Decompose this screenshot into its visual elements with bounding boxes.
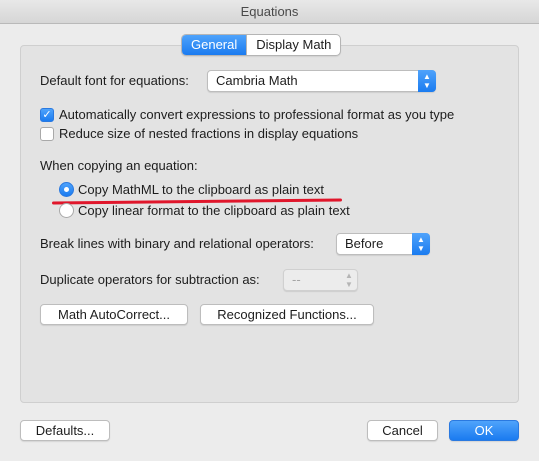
recognized-functions-button[interactable]: Recognized Functions...	[200, 304, 374, 325]
tab-bar: General Display Math	[181, 34, 342, 56]
ok-button[interactable]: OK	[449, 420, 519, 441]
break-lines-label: Break lines with binary and relational o…	[40, 236, 314, 251]
settings-panel	[20, 45, 519, 403]
chevron-updown-icon: ▲ ▼	[412, 233, 430, 255]
font-select[interactable]: Cambria Math ▲ ▼	[207, 70, 436, 92]
break-lines-value: Before	[345, 236, 384, 251]
copy-mathml-label: Copy MathML to the clipboard as plain te…	[78, 182, 324, 197]
tab-display-math[interactable]: Display Math	[246, 35, 340, 55]
chevron-updown-icon: ▲ ▼	[345, 271, 353, 289]
duplicate-select[interactable]: -- ▲ ▼	[283, 269, 358, 291]
break-lines-select[interactable]: Before ▲ ▼	[336, 233, 430, 255]
copying-label: When copying an equation:	[40, 158, 198, 173]
font-label: Default font for equations:	[40, 73, 189, 88]
duplicate-value: --	[292, 272, 301, 287]
font-select-value: Cambria Math	[216, 73, 298, 88]
reduce-fractions-checkbox[interactable]	[40, 127, 54, 141]
defaults-button[interactable]: Defaults...	[20, 420, 110, 441]
copy-mathml-radio[interactable]	[59, 182, 74, 197]
auto-convert-label: Automatically convert expressions to pro…	[59, 107, 455, 122]
copy-linear-label: Copy linear format to the clipboard as p…	[78, 203, 350, 218]
reduce-fractions-label: Reduce size of nested fractions in displ…	[59, 126, 359, 141]
math-autocorrect-button[interactable]: Math AutoCorrect...	[40, 304, 188, 325]
cancel-button[interactable]: Cancel	[367, 420, 438, 441]
auto-convert-checkbox[interactable]: ✓	[40, 108, 54, 122]
duplicate-label: Duplicate operators for subtraction as:	[40, 272, 260, 287]
tab-general[interactable]: General	[182, 35, 247, 55]
chevron-updown-icon: ▲ ▼	[418, 70, 436, 92]
window-title: Equations	[0, 0, 539, 24]
copy-linear-radio[interactable]	[59, 203, 74, 218]
